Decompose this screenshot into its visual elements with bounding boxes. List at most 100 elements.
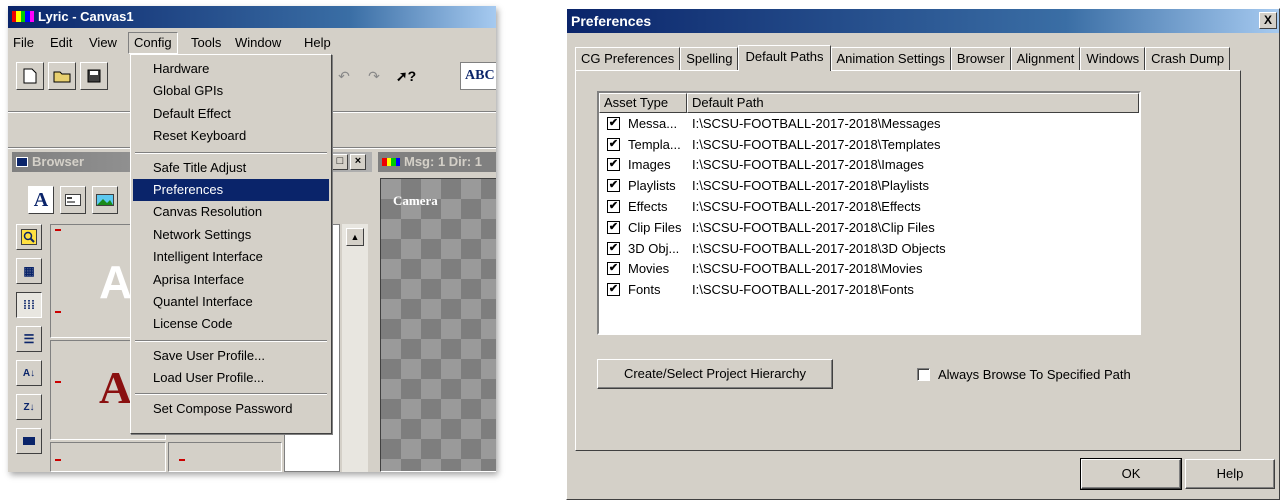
canvas-preview[interactable]: Camera <box>380 178 496 472</box>
font-thumbnail[interactable] <box>50 442 166 472</box>
list-item[interactable]: ✔ Fonts I:\SCSU-FOOTBALL-2017-2018\Fonts <box>599 279 1139 300</box>
stop-icon[interactable] <box>16 428 42 454</box>
menu-config[interactable]: Config <box>128 32 178 54</box>
open-folder-icon[interactable] <box>48 62 76 90</box>
redo-icon[interactable]: ↷ <box>360 62 388 90</box>
menu-separator <box>135 151 327 154</box>
row-checkbox[interactable]: ✔ <box>607 158 620 172</box>
always-browse-box[interactable] <box>917 368 930 381</box>
list-item[interactable]: ✔ Playlists I:\SCSU-FOOTBALL-2017-2018\Pla… <box>599 175 1139 196</box>
asset-type-cell: Templa... <box>628 136 681 152</box>
menu-item-intelligent-interface[interactable]: Intelligent Interface <box>133 246 329 268</box>
list-item[interactable]: ✔ Effects I:\SCSU-FOOTBALL-2017-2018\Effec… <box>599 196 1139 217</box>
lyric-app-icon <box>12 11 35 22</box>
thumbnail-marker <box>55 229 61 231</box>
ok-button[interactable]: OK <box>1080 458 1182 490</box>
menu-item-hardware[interactable]: Hardware <box>133 58 329 80</box>
scroll-up-icon[interactable]: ▲ <box>346 228 364 246</box>
row-checkbox[interactable]: ✔ <box>607 200 620 214</box>
row-checkbox[interactable]: ✔ <box>607 179 620 193</box>
default-path-cell: I:\SCSU-FOOTBALL-2017-2018\3D Objects <box>692 240 946 256</box>
menu-item-set-compose-password[interactable]: Set Compose Password <box>133 398 329 420</box>
tab-animation-settings[interactable]: Animation Settings <box>830 47 951 71</box>
menu-item-load-user-profile[interactable]: Load User Profile... <box>133 367 329 389</box>
asset-type-cell: Messa... <box>628 115 678 131</box>
browser-maximize-button[interactable]: □ <box>332 154 348 170</box>
row-checkbox[interactable]: ✔ <box>607 220 620 234</box>
tab-alignment[interactable]: Alignment <box>1010 47 1081 71</box>
list-item[interactable]: ✔ Clip Files I:\SCSU-FOOTBALL-2017-2018\Cl… <box>599 217 1139 238</box>
sort-ascending-icon[interactable]: A↓ <box>16 360 42 386</box>
menu-item-global-gpis[interactable]: Global GPIs <box>133 80 329 102</box>
lyric-window: Lyric - Canvas1 File Edit View Config To… <box>8 6 496 472</box>
font-thumbnail[interactable] <box>168 442 282 472</box>
path-rows: ✔ Messa... I:\SCSU-FOOTBALL-2017-2018\Mess… <box>599 113 1139 300</box>
menu-item-quantel-interface[interactable]: Quantel Interface <box>133 291 329 313</box>
menu-item-default-effect[interactable]: Default Effect <box>133 103 329 125</box>
default-path-cell: I:\SCSU-FOOTBALL-2017-2018\Images <box>692 157 924 173</box>
list-item[interactable]: ✔ 3D Obj... I:\SCSU-FOOTBALL-2017-2018\3D … <box>599 238 1139 259</box>
tab-crash-dump[interactable]: Crash Dump <box>1145 47 1231 71</box>
sort-descending-icon[interactable]: Z↓ <box>16 394 42 420</box>
undo-icon[interactable]: ↶ <box>330 62 358 90</box>
menu-separator <box>135 393 327 396</box>
menu-window[interactable]: Window <box>230 32 286 54</box>
menu-item-network-settings[interactable]: Network Settings <box>133 224 329 246</box>
menu-item-safe-title-adjust[interactable]: Safe Title Adjust <box>133 157 329 179</box>
lyric-title: Lyric - Canvas1 <box>38 9 134 24</box>
menu-edit[interactable]: Edit <box>45 32 77 54</box>
menu-item-save-user-profile[interactable]: Save User Profile... <box>133 345 329 367</box>
thumbnail-marker <box>179 459 185 461</box>
browser-tab-fonts[interactable]: A <box>28 186 54 214</box>
config-menu: Hardware Global GPIs Default Effect Rese… <box>130 54 332 434</box>
new-document-icon[interactable] <box>16 62 44 90</box>
row-checkbox[interactable]: ✔ <box>607 116 620 130</box>
search-icon[interactable] <box>16 224 42 250</box>
list-view-icon[interactable]: ▦ <box>16 258 42 284</box>
menu-item-license-code[interactable]: License Code <box>133 313 329 335</box>
column-default-path[interactable]: Default Path <box>687 93 1139 113</box>
help-button[interactable]: Help <box>1185 459 1275 489</box>
close-icon[interactable]: X <box>1259 12 1277 29</box>
menu-item-reset-keyboard[interactable]: Reset Keyboard <box>133 125 329 147</box>
tab-windows[interactable]: Windows <box>1080 47 1146 71</box>
save-disk-icon[interactable] <box>80 62 108 90</box>
list-item[interactable]: ✔ Images I:\SCSU-FOOTBALL-2017-2018\Images <box>599 155 1139 176</box>
menu-tools[interactable]: Tools <box>186 32 226 54</box>
preferences-titlebar[interactable]: Preferences X <box>567 9 1279 33</box>
tab-browser[interactable]: Browser <box>950 47 1011 71</box>
asset-type-cell: Movies <box>628 261 670 277</box>
tab-spelling[interactable]: Spelling <box>680 47 739 71</box>
row-checkbox[interactable]: ✔ <box>607 241 620 255</box>
browser-tab-styles[interactable] <box>60 186 86 214</box>
column-asset-type[interactable]: Asset Type <box>599 93 687 113</box>
default-paths-list[interactable]: Asset Type Default Path ✔ Messa... I:\SCSU… <box>597 91 1141 335</box>
list-item[interactable]: ✔ Movies I:\SCSU-FOOTBALL-2017-2018\Movies <box>599 259 1139 280</box>
always-browse-checkbox[interactable]: Always Browse To Specified Path <box>917 367 1131 382</box>
default-path-cell: I:\SCSU-FOOTBALL-2017-2018\Templates <box>692 136 941 152</box>
tab-cg-preferences[interactable]: CG Preferences <box>575 47 681 71</box>
row-checkbox[interactable]: ✔ <box>607 262 620 276</box>
menu-help[interactable]: Help <box>299 32 336 54</box>
thumbnail-marker <box>55 381 61 383</box>
list-item[interactable]: ✔ Messa... I:\SCSU-FOOTBALL-2017-2018\Mess… <box>599 113 1139 134</box>
menu-item-preferences[interactable]: Preferences <box>133 178 329 202</box>
message-titlebar[interactable]: Msg: 1 Dir: 1 <box>378 152 496 172</box>
thumbnail-view-icon[interactable]: ⁞⁞⁞ <box>16 292 42 318</box>
lyric-titlebar[interactable]: Lyric - Canvas1 <box>8 6 496 28</box>
detail-list-icon[interactable]: ☰ <box>16 326 42 352</box>
list-item[interactable]: ✔ Templa... I:\SCSU-FOOTBALL-2017-2018\Tem… <box>599 134 1139 155</box>
menu-view[interactable]: View <box>84 32 122 54</box>
text-style-button[interactable]: ABC <box>460 62 496 90</box>
row-checkbox[interactable]: ✔ <box>607 283 620 297</box>
browser-tab-images[interactable] <box>92 186 118 214</box>
browser-scrollbar[interactable]: ▲ <box>342 224 368 472</box>
menu-file[interactable]: File <box>8 32 39 54</box>
menu-item-canvas-resolution[interactable]: Canvas Resolution <box>133 201 329 223</box>
menu-item-aprisa-interface[interactable]: Aprisa Interface <box>133 269 329 291</box>
create-project-hierarchy-button[interactable]: Create/Select Project Hierarchy <box>597 359 833 389</box>
browser-close-button[interactable]: × <box>350 154 366 170</box>
row-checkbox[interactable]: ✔ <box>607 137 620 151</box>
context-help-icon[interactable]: ➚? <box>392 62 420 90</box>
tab-default-paths[interactable]: Default Paths <box>738 45 831 71</box>
